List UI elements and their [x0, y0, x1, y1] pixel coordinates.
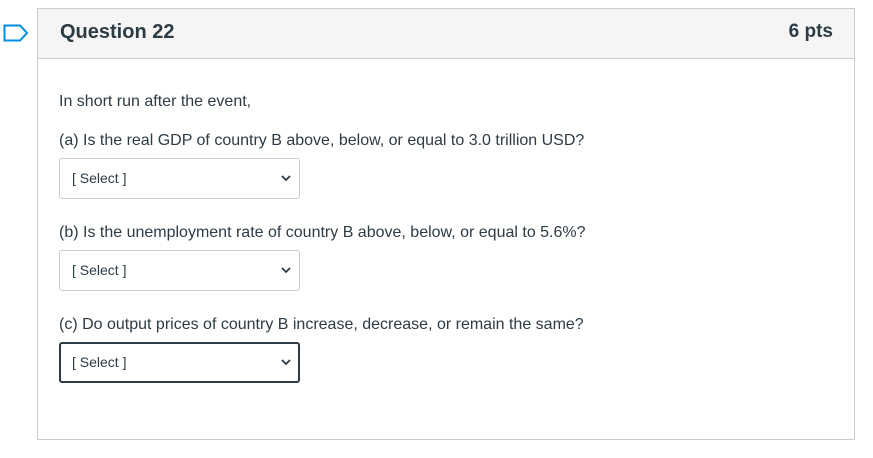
- chevron-down-icon: [281, 359, 291, 366]
- question-intro: In short run after the event,: [59, 93, 252, 110]
- question-title: Question 22: [60, 21, 175, 43]
- flag-question-icon[interactable]: [3, 24, 29, 42]
- part-a-select[interactable]: [ Select ]: [59, 158, 300, 199]
- part-b-select-value: [ Select ]: [72, 262, 127, 278]
- question-points: 6 pts: [788, 21, 833, 42]
- part-c-select-value: [ Select ]: [72, 354, 127, 370]
- part-a-select-value: [ Select ]: [72, 170, 127, 186]
- part-b-prompt: (b) Is the unemployment rate of country …: [59, 224, 586, 241]
- part-b-select[interactable]: [ Select ]: [59, 250, 300, 291]
- part-c-prompt: (c) Do output prices of country B increa…: [59, 316, 584, 333]
- part-c-select[interactable]: [ Select ]: [59, 342, 300, 383]
- chevron-down-icon: [281, 175, 291, 182]
- question-card: Question 22 6 pts In short run after the…: [37, 8, 855, 440]
- chevron-down-icon: [281, 267, 291, 274]
- question-header: Question 22 6 pts: [38, 9, 854, 59]
- part-a-prompt: (a) Is the real GDP of country B above, …: [59, 132, 585, 149]
